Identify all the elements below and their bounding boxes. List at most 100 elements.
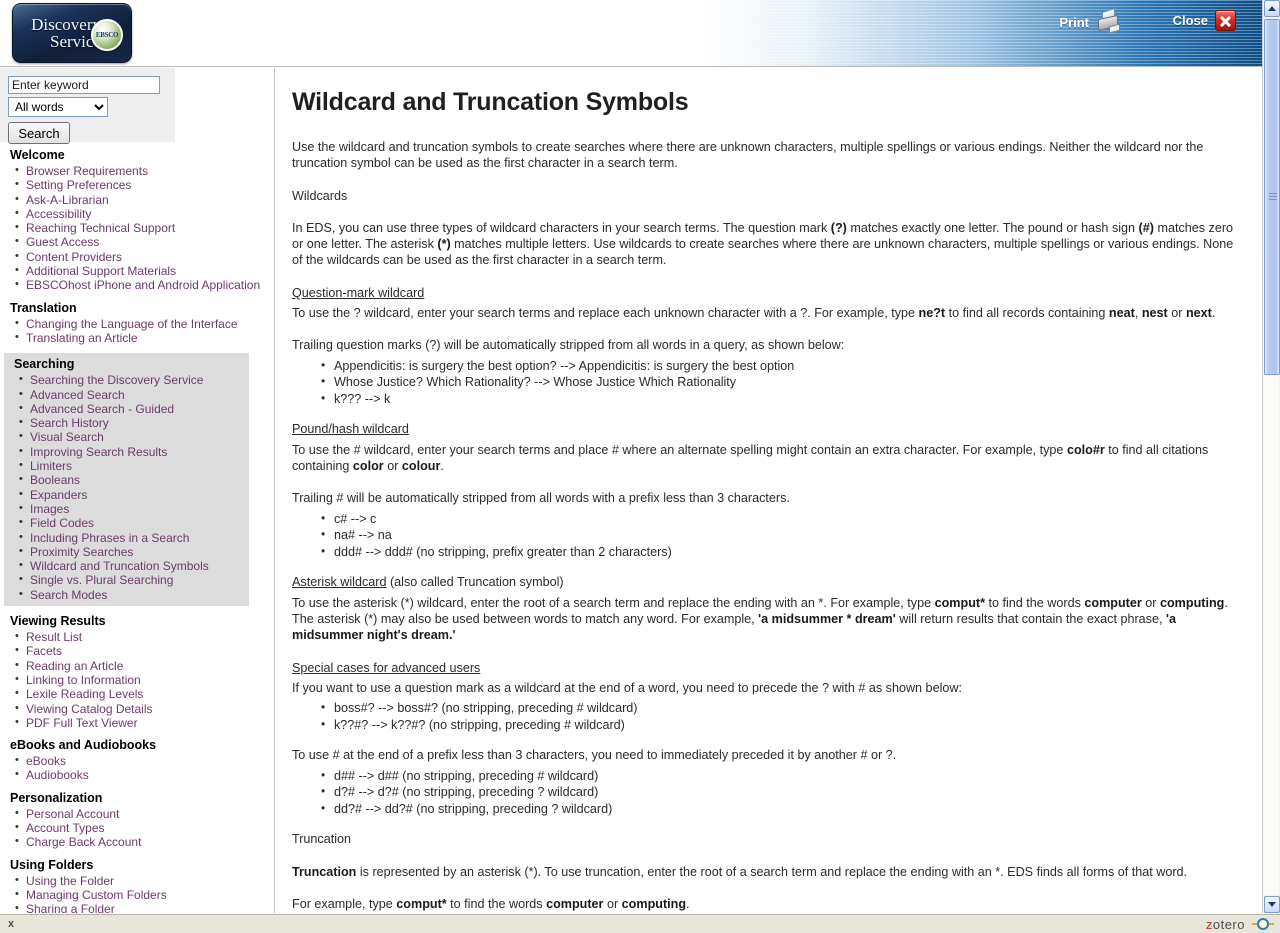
zotero-label: zotero bbox=[1206, 917, 1245, 932]
zotero-connector-button[interactable]: zotero bbox=[1206, 917, 1274, 932]
list-item: Visual Search bbox=[19, 430, 243, 444]
nav-link[interactable]: Single vs. Plural Searching bbox=[30, 573, 173, 587]
nav-link[interactable]: Images bbox=[30, 502, 69, 516]
nav-link[interactable]: Changing the Language of the Interface bbox=[26, 317, 238, 331]
vertical-scrollbar[interactable] bbox=[1262, 0, 1280, 913]
close-button[interactable]: Close bbox=[1173, 10, 1236, 31]
nav-link[interactable]: Viewing Catalog Details bbox=[26, 702, 153, 716]
search-button[interactable]: Search bbox=[8, 122, 70, 144]
nav-link[interactable]: Account Types bbox=[26, 821, 105, 835]
nav-link[interactable]: Expanders bbox=[30, 488, 87, 502]
text-run: , bbox=[1134, 306, 1142, 321]
list-item: Browser Requirements bbox=[15, 164, 268, 178]
print-button[interactable]: Print bbox=[1059, 8, 1122, 34]
window-header: Discovery Service EBSCO Print Close bbox=[0, 0, 1262, 67]
text-run: To use the ? wildcard, enter your search… bbox=[292, 306, 919, 321]
scrollbar-thumb[interactable] bbox=[1264, 19, 1280, 375]
text-run: or bbox=[603, 897, 622, 912]
nav-link[interactable]: Facets bbox=[26, 644, 62, 658]
nav-link[interactable]: Visual Search bbox=[30, 430, 104, 444]
list-item: d## --> d## (no stripping, preceding # w… bbox=[321, 767, 1238, 785]
nav-link[interactable]: Translating an Article bbox=[26, 331, 138, 345]
trailing-hash-examples: c# --> c na# --> na ddd# --> ddd# (no st… bbox=[292, 510, 1238, 561]
list-item: Including Phrases in a Search bbox=[19, 531, 243, 545]
truncation-section-heading: Truncation bbox=[292, 832, 352, 847]
nav-link[interactable]: Reaching Technical Support bbox=[26, 221, 175, 235]
nav-link[interactable]: Additional Support Materials bbox=[26, 264, 176, 278]
nav-link[interactable]: Advanced Search - Guided bbox=[30, 402, 174, 416]
heading-text: Question-mark wildcard bbox=[292, 285, 425, 300]
nav-link[interactable]: Audiobooks bbox=[26, 768, 89, 782]
search-input[interactable] bbox=[8, 76, 160, 94]
nav-link[interactable]: Booleans bbox=[30, 473, 80, 487]
nav-link[interactable]: eBooks bbox=[26, 754, 66, 768]
nav-link[interactable]: Managing Custom Folders bbox=[26, 888, 167, 902]
nav-link[interactable]: Browser Requirements bbox=[26, 164, 148, 178]
nav-link[interactable]: Field Codes bbox=[30, 516, 94, 530]
list-item: PDF Full Text Viewer bbox=[15, 716, 268, 730]
close-tab-button[interactable]: x bbox=[8, 918, 14, 930]
nav-link[interactable]: EBSCOhost iPhone and Android Application bbox=[26, 278, 260, 292]
text-run-bold: comput* bbox=[934, 595, 985, 610]
list-item: Accessibility bbox=[15, 207, 268, 221]
nav-link[interactable]: Guest Access bbox=[26, 235, 99, 249]
question-mark-paragraph: To use the ? wildcard, enter your search… bbox=[292, 305, 1238, 321]
nav-list: Result ListFacetsReading an ArticleLinki… bbox=[10, 630, 268, 730]
list-item: k??#? --> k??#? (no stripping, preceding… bbox=[321, 716, 1238, 734]
special-cases-paragraph: If you want to use a question mark as a … bbox=[292, 680, 962, 695]
nav-link[interactable]: Setting Preferences bbox=[26, 178, 131, 192]
nav-link[interactable]: Charge Back Account bbox=[26, 835, 141, 849]
list-item: EBSCOhost iPhone and Android Application bbox=[15, 278, 268, 292]
nav-link[interactable]: Lexile Reading Levels bbox=[26, 687, 143, 701]
nav-link[interactable]: Limiters bbox=[30, 459, 72, 473]
list-item: Content Providers bbox=[15, 250, 268, 264]
text-run: is represented by an asterisk (*). To us… bbox=[356, 864, 1188, 879]
nav-link[interactable]: Ask-A-Librarian bbox=[26, 193, 109, 207]
text-run-bold: comput* bbox=[396, 897, 447, 912]
nav-link[interactable]: Search History bbox=[30, 416, 109, 430]
list-item: Reading an Article bbox=[15, 659, 268, 673]
list-item: Linking to Information bbox=[15, 673, 268, 687]
text-run-bold: computer bbox=[1084, 595, 1142, 610]
nav-link[interactable]: Wildcard and Truncation Symbols bbox=[30, 559, 209, 573]
nav-list: eBooksAudiobooks bbox=[10, 754, 268, 783]
nav-link[interactable]: Including Phrases in a Search bbox=[30, 531, 189, 545]
nav-link[interactable]: Result List bbox=[26, 630, 82, 644]
scroll-up-button[interactable] bbox=[1264, 0, 1280, 17]
nav-link[interactable]: Searching the Discovery Service bbox=[30, 373, 203, 387]
nav-link[interactable]: Advanced Search bbox=[30, 388, 125, 402]
list-item: Searching the Discovery Service bbox=[19, 373, 243, 387]
list-item: na# --> na bbox=[321, 526, 1238, 544]
list-item: ddd# --> ddd# (no stripping, prefix grea… bbox=[321, 543, 1238, 561]
ebsco-badge-text: EBSCO bbox=[95, 31, 119, 39]
text-run: For example, type bbox=[292, 897, 397, 912]
nav-link[interactable]: Sharing a Folder bbox=[26, 902, 115, 913]
scrollbar-track[interactable] bbox=[1264, 376, 1279, 895]
chevron-down-icon bbox=[1268, 902, 1276, 907]
search-mode-select[interactable]: All words bbox=[8, 97, 108, 117]
wildcards-section-heading: Wildcards bbox=[292, 188, 348, 203]
nav-list: Personal AccountAccount TypesCharge Back… bbox=[10, 807, 268, 850]
list-item: Single vs. Plural Searching bbox=[19, 573, 243, 587]
text-run-bold: 'a midsummer * dream' bbox=[758, 612, 896, 627]
list-item: Managing Custom Folders bbox=[15, 888, 268, 902]
nav-section: Viewing ResultsResult ListFacetsReading … bbox=[0, 614, 274, 730]
nav-link[interactable]: Search Modes bbox=[30, 588, 107, 602]
nav-link[interactable]: Proximity Searches bbox=[30, 545, 133, 559]
printer-icon bbox=[1096, 8, 1122, 34]
nav-link[interactable]: Reading an Article bbox=[26, 659, 123, 673]
text-run-bold: neat bbox=[1108, 306, 1135, 321]
nav-link[interactable]: PDF Full Text Viewer bbox=[26, 716, 138, 730]
list-item: Additional Support Materials bbox=[15, 264, 268, 278]
nav-link[interactable]: Accessibility bbox=[26, 207, 91, 221]
nav-link[interactable]: Improving Search Results bbox=[30, 445, 167, 459]
zotero-rest: otero bbox=[1212, 916, 1245, 932]
nav-link[interactable]: Using the Folder bbox=[26, 874, 114, 888]
trailing-hash-paragraph: Trailing # will be automatically strippe… bbox=[292, 491, 790, 506]
nav-link[interactable]: Personal Account bbox=[26, 807, 119, 821]
nav-link[interactable]: Content Providers bbox=[26, 250, 122, 264]
list-item: Search Modes bbox=[19, 588, 243, 602]
scroll-down-button[interactable] bbox=[1264, 896, 1280, 913]
text-run-bold: computer bbox=[546, 897, 604, 912]
nav-link[interactable]: Linking to Information bbox=[26, 673, 141, 687]
